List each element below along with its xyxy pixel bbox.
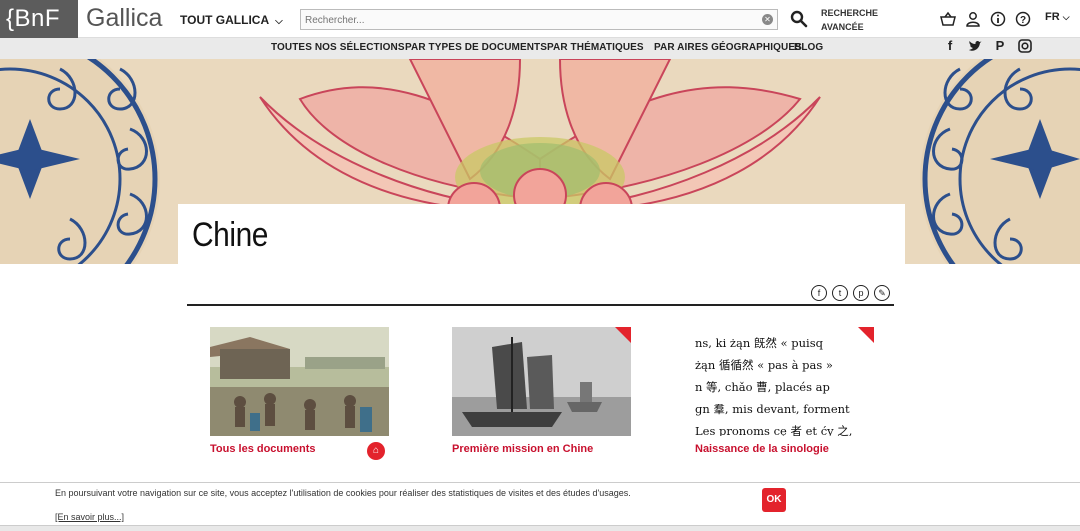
card-all-documents[interactable]: Tous les documents ⌂ <box>210 327 389 460</box>
svg-text:?: ? <box>1020 15 1026 26</box>
page-title-box: Chine <box>178 204 905 266</box>
search-input[interactable] <box>301 11 741 30</box>
main-nav: TOUTES NOS SÉLECTIONS PAR TYPES DE DOCUM… <box>0 38 1080 59</box>
chevron-down-icon: ⌵ <box>1062 12 1070 22</box>
cookie-message: En poursuivant votre navigation sur ce s… <box>55 488 631 498</box>
card-first-mission[interactable]: Première mission en Chine <box>452 327 631 455</box>
share-edit-icon[interactable]: ✎ <box>874 285 890 301</box>
nav-all-selections[interactable]: TOUTES NOS SÉLECTIONS <box>271 42 405 53</box>
nav-geographic-areas[interactable]: PAR AIRES GÉOGRAPHIQUES <box>654 42 802 53</box>
twitter-icon[interactable] <box>968 39 982 53</box>
collection-dropdown[interactable]: TOUT GALLICA ⌵ <box>180 13 283 27</box>
nav-document-types[interactable]: PAR TYPES DE DOCUMENTS <box>405 42 547 53</box>
social-links: f P <box>943 39 1032 53</box>
search-icon[interactable] <box>790 10 808 28</box>
folded-corner <box>615 327 631 343</box>
bottom-strip <box>0 526 1080 531</box>
nav-blog[interactable]: BLOG <box>794 42 823 53</box>
card-image[interactable] <box>452 327 631 436</box>
sinology-text-line: ɡn 羣, mis devant, forment <box>695 402 850 416</box>
cookie-banner: En poursuivant votre navigation sur ce s… <box>0 482 1080 526</box>
facebook-icon[interactable]: f <box>943 39 957 53</box>
advanced-search-link[interactable]: RECHERCHE AVANCÉE <box>821 6 881 34</box>
sinology-text-line: żąn 循循然 « pas à pas » <box>695 358 833 372</box>
open-collection-icon[interactable]: ⌂ <box>367 442 385 460</box>
info-icon[interactable] <box>990 11 1006 27</box>
folded-corner <box>858 327 874 343</box>
collection-dropdown-label: TOUT GALLICA <box>180 13 270 27</box>
sinology-text-line: n 等, chǎo 曹, placés ap <box>695 380 830 394</box>
share-facebook-icon[interactable]: f <box>811 285 827 301</box>
pinterest-icon[interactable]: P <box>993 39 1007 53</box>
clear-search-icon[interactable]: ✕ <box>762 14 773 25</box>
cookie-more-link[interactable]: [En savoir plus...] <box>55 512 124 522</box>
help-icon[interactable]: ? <box>1015 11 1031 27</box>
top-bar: {BnF Gallica TOUT GALLICA ⌵ ✕ RECHERCHE A… <box>0 0 1080 38</box>
card-image[interactable] <box>210 327 389 436</box>
share-pinterest-icon[interactable]: p <box>853 285 869 301</box>
card-label[interactable]: Naissance de la sinologie <box>695 443 874 455</box>
chevron-down-icon: ⌵ <box>275 16 283 27</box>
card-label[interactable]: Première mission en Chine <box>452 443 631 455</box>
bnf-logo[interactable]: {BnF <box>0 0 78 38</box>
nav-themes[interactable]: PAR THÉMATIQUES <box>547 42 644 53</box>
basket-icon[interactable] <box>940 11 956 27</box>
language-selector[interactable]: FR ⌵ <box>1045 11 1070 23</box>
instagram-icon[interactable] <box>1018 39 1032 53</box>
share-bar: f t p ✎ <box>811 285 890 301</box>
gallica-logo[interactable]: Gallica <box>86 4 162 33</box>
page-title: Chine <box>192 216 268 254</box>
search-box: ✕ <box>300 9 778 30</box>
sinology-text-line: ns, ki żąn 旣然 « puisq <box>695 336 823 350</box>
language-label: FR <box>1045 11 1060 23</box>
cookie-ok-button[interactable]: OK <box>762 488 786 512</box>
sinology-text-line: Les pronoms cḙ 者 et ćy 之, <box>695 424 853 436</box>
divider <box>187 304 894 306</box>
card-image[interactable]: ns, ki żąn 旣然 « puisq żąn 循循然 « pas à pa… <box>695 327 874 436</box>
user-icon[interactable] <box>965 11 981 27</box>
card-label[interactable]: Tous les documents <box>210 443 389 455</box>
share-twitter-icon[interactable]: t <box>832 285 848 301</box>
card-sinology[interactable]: ns, ki żąn 旣然 « puisq żąn 循循然 « pas à pa… <box>695 327 874 455</box>
